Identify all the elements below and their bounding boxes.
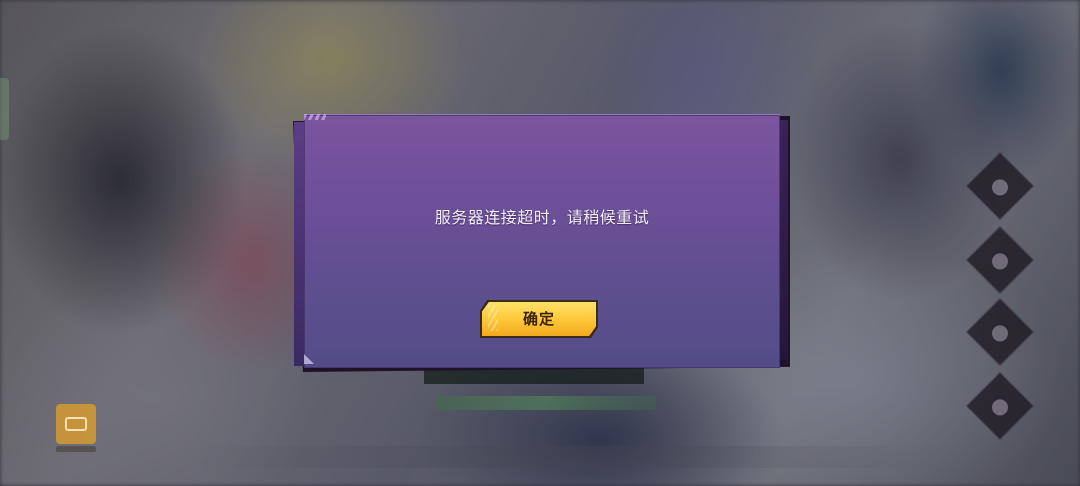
game-screen: 服务器连接超时，请稍候重试 确定 bbox=[0, 0, 1080, 486]
confirm-button-label: 确定 bbox=[522, 310, 555, 328]
bag-icon[interactable] bbox=[56, 404, 96, 444]
skill-mark bbox=[992, 253, 1008, 270]
dialog-corner-decoration bbox=[304, 114, 326, 120]
skill-mark bbox=[992, 325, 1008, 342]
background-hud-text bbox=[436, 396, 656, 410]
background-footer bbox=[190, 446, 950, 468]
dialog-message: 服务器连接超时，请稍候重试 bbox=[434, 208, 650, 227]
left-edge-tab[interactable] bbox=[0, 78, 9, 140]
bag-icon-label bbox=[56, 446, 96, 452]
confirm-button[interactable]: 确定 bbox=[480, 300, 598, 338]
dialog-corner-decoration bbox=[304, 354, 314, 364]
skill-mark bbox=[992, 179, 1008, 196]
bag-glyph bbox=[65, 417, 87, 431]
skill-mark bbox=[992, 399, 1008, 416]
